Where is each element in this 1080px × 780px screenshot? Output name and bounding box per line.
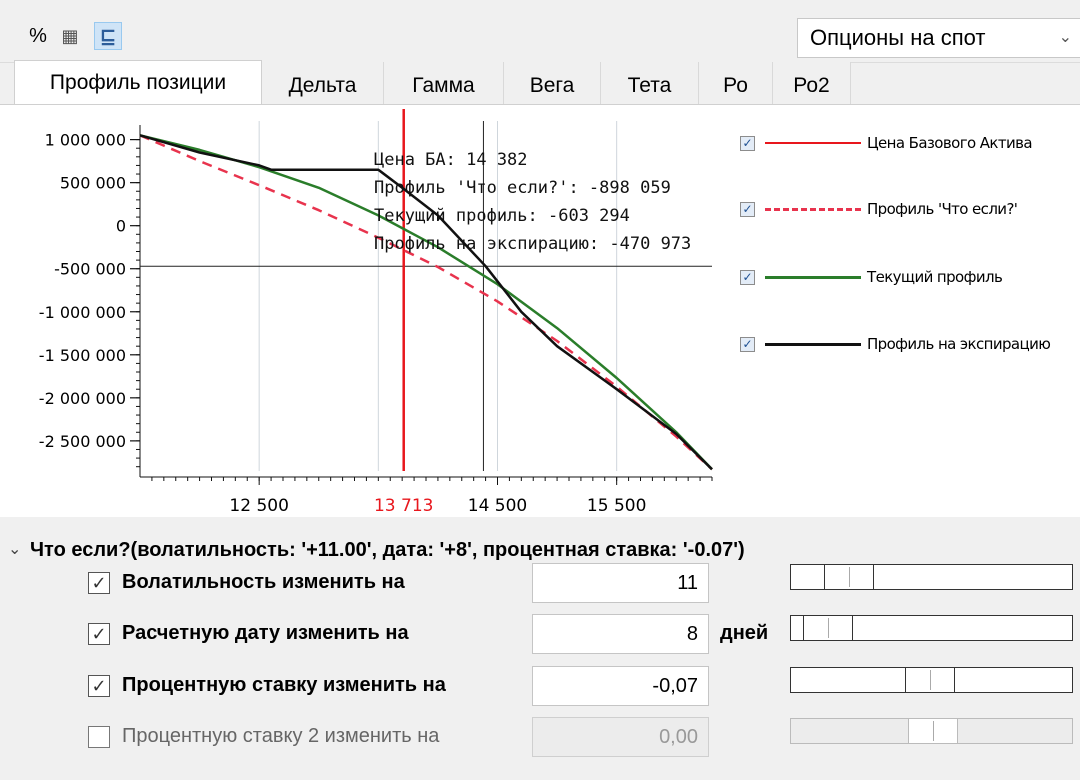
grid-glyph: ▦ <box>61 25 79 46</box>
rate2-slider <box>790 718 1073 744</box>
legend-item-whatif-profile[interactable]: ✓ Профиль 'Что если?' <box>740 199 1018 219</box>
volatility-slider[interactable] <box>790 564 1073 590</box>
y-tick-label: 0 <box>116 217 126 236</box>
slider-thumb[interactable] <box>803 615 853 641</box>
legend-item-expiration-profile[interactable]: ✓ Профиль на экспирацию <box>740 334 1051 354</box>
y-tick-label: 500 000 <box>60 174 126 193</box>
rate-slider[interactable] <box>790 667 1073 693</box>
slider-thumb[interactable] <box>905 667 955 693</box>
whatif-panel: ⌄ Что если?(волатильность: '+11.00', дат… <box>0 517 1080 780</box>
legend-line-current-profile <box>765 275 861 279</box>
percent-glyph: % <box>29 24 47 47</box>
date-unit-label: дней <box>720 622 769 644</box>
date-input[interactable]: 8 <box>532 614 709 654</box>
volatility-checkbox[interactable]: ✓ <box>88 572 110 594</box>
y-tick-label: -2 000 000 <box>39 389 126 408</box>
date-label: Расчетную дату изменить на <box>122 622 409 644</box>
chevron-down-icon: ⌄ <box>1058 29 1072 46</box>
position-profile-chart[interactable]: 1 000 000 500 000 0 -500 000 -1 000 000 -1 50… <box>0 104 1080 518</box>
tab-bar: Профиль позиции Дельта Гамма Вега Тета Р… <box>0 60 1080 106</box>
x-tick-label: 12 500 <box>229 496 288 516</box>
grid-icon[interactable]: ▦ <box>56 22 84 50</box>
y-tick-label: -2 500 000 <box>39 432 126 451</box>
tooltip-line: Цена БА: 14 382 <box>374 150 528 170</box>
toolbar: % ▦ ⊑ Опционы на спот ⌄ <box>0 0 1080 63</box>
legend-line-underlying-price <box>765 142 861 144</box>
mode-select-value: Опционы на спот <box>810 25 986 50</box>
legend-item-current-profile[interactable]: ✓ Текущий профиль <box>740 267 1003 287</box>
tab-theta[interactable]: Тета <box>601 62 699 106</box>
tab-delta[interactable]: Дельта <box>262 62 384 106</box>
legend-label: Профиль на экспирацию <box>867 335 1051 353</box>
legend-checkbox[interactable]: ✓ <box>740 269 755 285</box>
legend-checkbox[interactable]: ✓ <box>740 135 755 151</box>
rate2-checkbox[interactable] <box>88 726 110 748</box>
tree-icon[interactable]: ⊑ <box>94 22 122 50</box>
tab-rho[interactable]: Ро <box>699 62 773 106</box>
tab-position-profile[interactable]: Профиль позиции <box>14 60 262 106</box>
rate-checkbox[interactable]: ✓ <box>88 675 110 697</box>
chart-svg[interactable]: 1 000 000 500 000 0 -500 000 -1 000 000 -1 50… <box>0 105 1080 517</box>
percent-icon[interactable]: % <box>24 22 52 50</box>
rate-label: Процентную ставку изменить на <box>122 674 446 696</box>
slider-thumb <box>908 718 958 744</box>
rate2-label: Процентную ставку 2 изменить на <box>122 725 440 747</box>
slider-thumb[interactable] <box>824 564 874 590</box>
legend-checkbox[interactable]: ✓ <box>740 201 755 217</box>
current-price-label: 13 713 <box>374 496 433 516</box>
y-tick-label: -500 000 <box>54 260 126 279</box>
legend-line-whatif-profile <box>765 207 861 211</box>
legend-item-underlying-price[interactable]: ✓ Цена Базового Актива <box>740 133 1033 153</box>
tree-glyph: ⊑ <box>99 25 117 48</box>
date-checkbox[interactable]: ✓ <box>88 623 110 645</box>
legend-label: Цена Базового Актива <box>867 134 1033 152</box>
legend-label: Текущий профиль <box>867 268 1003 286</box>
legend-label: Профиль 'Что если?' <box>867 200 1018 218</box>
date-slider[interactable] <box>790 615 1073 641</box>
tab-gamma[interactable]: Гамма <box>384 62 504 106</box>
volatility-input[interactable]: 11 <box>532 563 709 603</box>
mode-select[interactable]: Опционы на спот ⌄ <box>797 18 1080 58</box>
y-tick-label: -1 500 000 <box>39 346 126 365</box>
y-tick-label: -1 000 000 <box>39 303 126 322</box>
tab-vega[interactable]: Вега <box>504 62 601 106</box>
x-tick-label: 15 500 <box>587 496 646 516</box>
legend-line-expiration-profile <box>765 342 861 346</box>
tooltip-line: Профиль 'Что если?': -898 059 <box>374 178 671 198</box>
y-tick-label: 1 000 000 <box>45 131 126 150</box>
volatility-label: Волатильность изменить на <box>122 571 405 593</box>
rate2-input: 0,00 <box>532 717 709 757</box>
legend-checkbox[interactable]: ✓ <box>740 336 755 352</box>
tab-rho2[interactable]: Ро2 <box>773 62 851 106</box>
tooltip-line: Текущий профиль: -603 294 <box>374 206 630 226</box>
chevron-down-icon[interactable]: ⌄ <box>8 539 21 559</box>
whatif-title[interactable]: Что если?(волатильность: '+11.00', дата:… <box>30 539 745 562</box>
tooltip-line: Профиль на экспирацию: -470 973 <box>374 234 691 254</box>
x-tick-label: 14 500 <box>468 496 527 516</box>
rate-input[interactable]: -0,07 <box>532 666 709 706</box>
